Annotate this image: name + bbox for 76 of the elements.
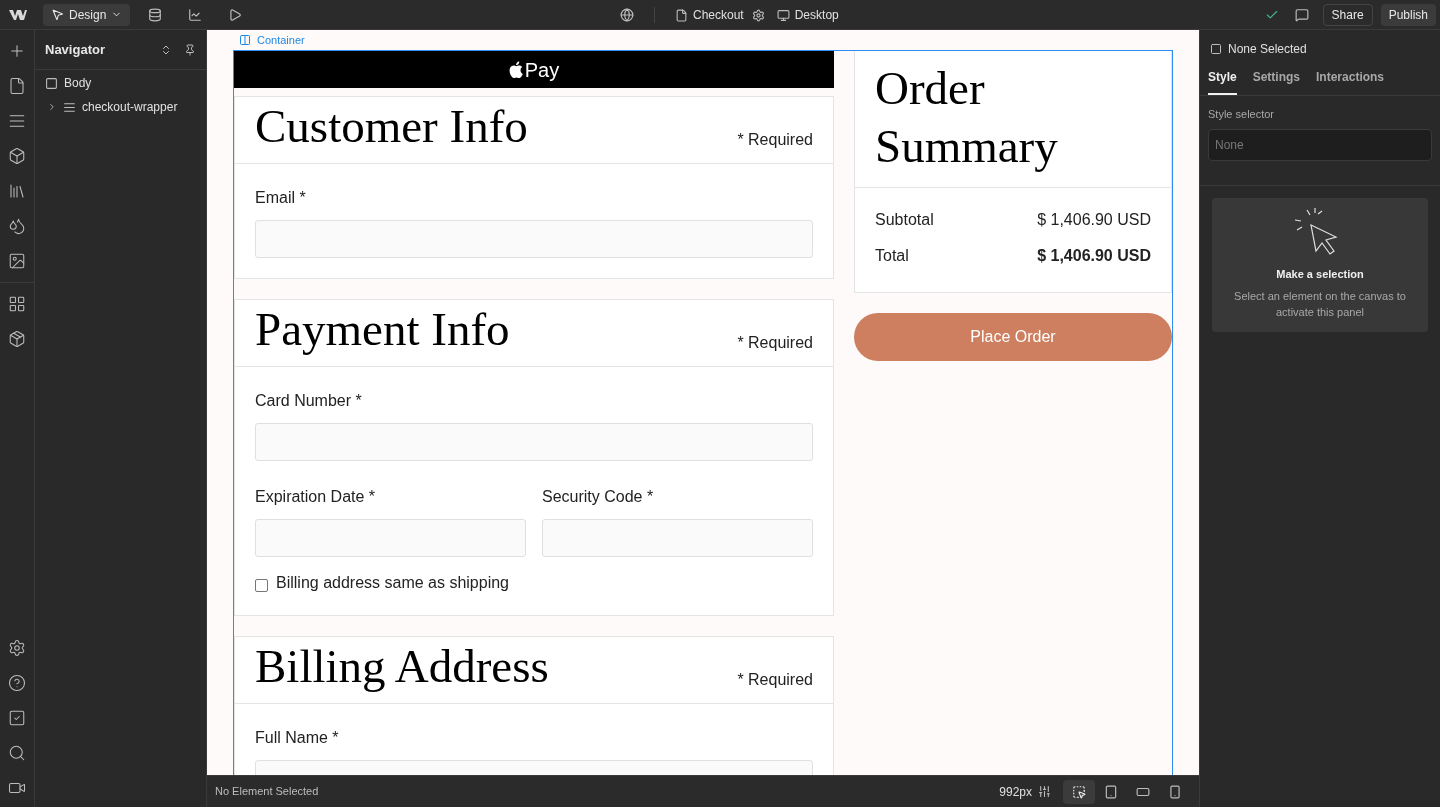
package-icon[interactable] [8,330,26,348]
field-label: Full Name * [255,728,340,748]
pin-icon[interactable] [184,43,196,56]
field-label: Email * [255,188,307,208]
apple-pay-button[interactable]: Pay [234,51,834,88]
settings-icon[interactable] [751,8,765,22]
page-name[interactable]: Checkout [693,6,744,24]
selection-label: Container [257,32,305,48]
field-label: Card Number * [255,391,363,411]
selection-name: None Selected [1228,41,1307,58]
summary-label: Subtotal [875,210,934,230]
pointer-icon [51,8,64,21]
canvas-width[interactable]: 992px [999,782,1032,801]
section-heading: Customer Info [255,104,528,148]
panel-tab[interactable]: Interactions [1316,68,1385,95]
summary-value: $ 1,406.90 USD [1037,210,1151,230]
summary-heading: Order Summary [875,61,1059,174]
panel-title: Navigator [45,40,105,59]
desktop-icon [776,8,790,22]
empty-state-text: Select an element on the canvas to activate this panel [1233,289,1407,320]
sliders-icon[interactable] [1038,785,1051,798]
tablet-icon [1104,784,1118,799]
status-text: No Element Selected [215,784,319,800]
cube-icon[interactable] [8,147,26,165]
help-icon[interactable] [8,674,26,692]
desktop-icon [1072,784,1086,799]
collapse-icon[interactable] [160,43,172,56]
share-button[interactable]: Share [1322,3,1373,26]
field-label: Style selector [1208,107,1276,122]
checkbox-icon[interactable] [8,709,26,727]
field-label: Expiration Date * [255,487,377,507]
play-icon[interactable] [228,7,243,22]
image-icon[interactable] [8,252,26,270]
settings-icon[interactable] [8,639,26,657]
logo-icon [8,8,27,21]
globe-icon[interactable] [620,8,634,22]
grid-icon[interactable] [8,295,26,313]
style-selector-field[interactable]: None [1208,128,1432,161]
chart-icon[interactable] [188,7,203,22]
expand-icon[interactable] [47,102,57,112]
droplets-icon[interactable] [8,217,26,235]
input-field[interactable] [255,519,526,557]
design-mode-button[interactable]: Design [43,3,131,26]
publish-button[interactable]: Publish [1380,3,1436,26]
checkbox-label: Billing address same as shipping [276,573,509,593]
database-icon[interactable] [148,7,163,22]
summary-label: Total [875,246,909,266]
block-icon [63,100,76,114]
container-icon [239,34,251,46]
page-icon [675,8,688,22]
field-label: Security Code * [542,487,655,507]
input-field[interactable] [255,423,813,461]
phone-icon [1168,784,1182,799]
panel-tab[interactable]: Settings [1252,68,1301,95]
required-note: * Required [737,130,813,150]
tree-item[interactable]: checkout-wrapper [82,98,178,116]
breakpoint-name[interactable]: Desktop [794,6,839,24]
required-note: * Required [737,333,813,353]
element-icon [1210,43,1222,55]
panel-tab[interactable]: Style [1208,68,1237,95]
comment-icon[interactable] [1294,7,1309,22]
input-field[interactable] [255,220,813,258]
required-note: * Required [737,670,813,690]
library-icon[interactable] [8,182,26,200]
input-field[interactable] [542,519,813,557]
add-icon[interactable] [8,42,26,60]
body-icon [45,76,58,90]
empty-state-title: Make a selection [1276,266,1364,282]
page-icon[interactable] [8,77,26,95]
summary-value: $ 1,406.90 USD [1037,246,1151,266]
search-icon[interactable] [8,744,26,762]
device-button[interactable] [1063,779,1095,804]
tree-item[interactable]: Body [64,74,92,92]
menu-icon[interactable] [8,112,26,130]
apple-logo-icon [508,61,523,78]
checkbox[interactable] [255,579,268,592]
